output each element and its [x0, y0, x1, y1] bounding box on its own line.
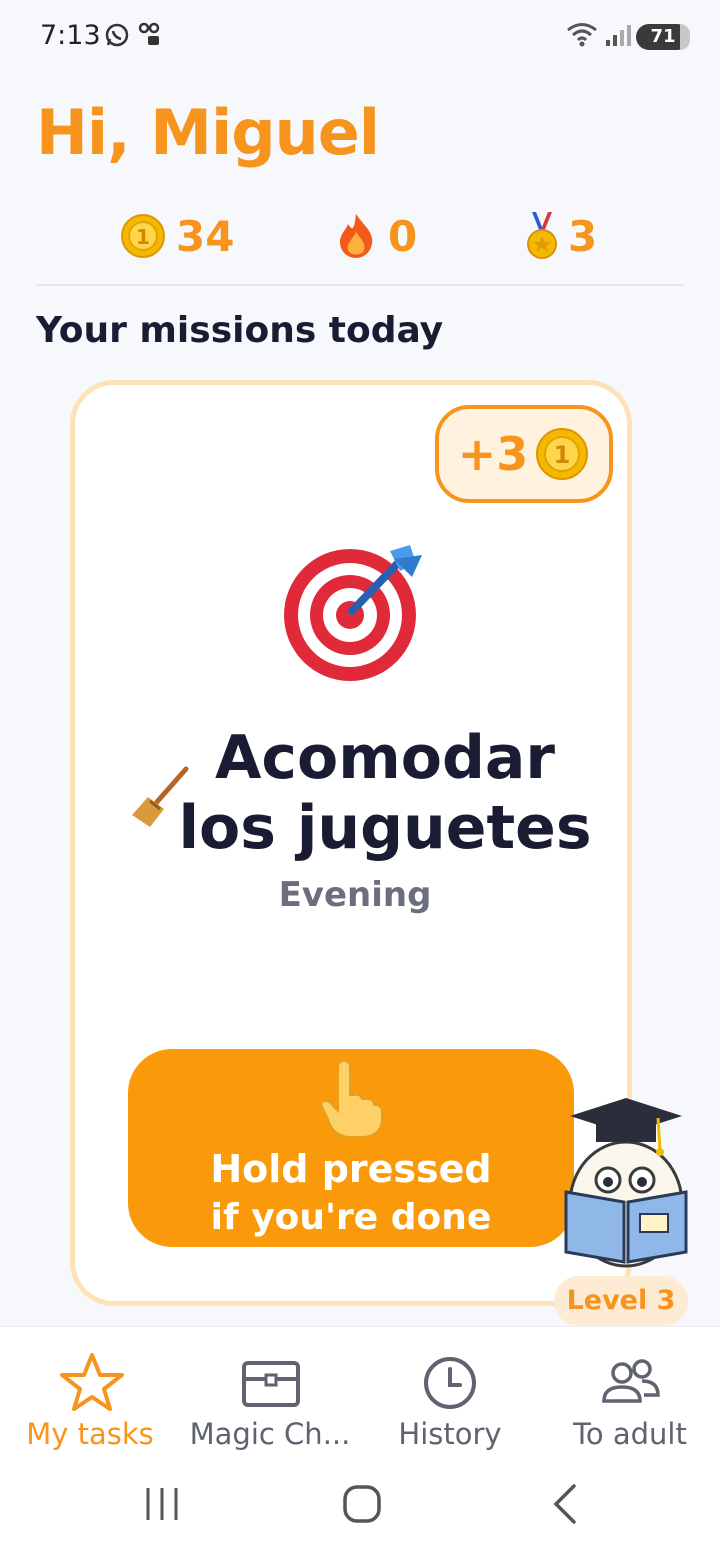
back-icon[interactable]	[544, 1482, 588, 1526]
coins-value: 34	[176, 211, 235, 261]
coin-icon: 1	[121, 214, 165, 258]
fire-icon	[340, 214, 373, 258]
coin-icon: 1	[536, 428, 589, 480]
mission-time-of-day: Evening	[278, 875, 432, 915]
target-icon	[284, 545, 422, 681]
svg-text:1: 1	[136, 225, 150, 249]
mission-card[interactable]: +3 1 Acomodar los juguetes Evening Hold …	[70, 380, 632, 1306]
coins-stat: 1 34	[120, 206, 234, 266]
users-icon	[602, 1359, 660, 1403]
nav-history[interactable]: History	[360, 1327, 540, 1457]
battery-indicator: 71	[636, 24, 690, 50]
nav-label: My tasks	[26, 1417, 154, 1451]
streak-value: 0	[388, 211, 418, 261]
nav-to-adult[interactable]: To adult	[540, 1327, 720, 1457]
reward-badge: +3 1	[435, 405, 613, 503]
nav-my-tasks[interactable]: My tasks	[0, 1327, 180, 1457]
lock-notification-icon	[138, 22, 160, 45]
signal-icon	[606, 25, 631, 46]
system-nav-bar	[0, 1460, 720, 1560]
medal-icon	[527, 212, 557, 259]
nav-label: History	[398, 1417, 502, 1451]
recent-apps-icon[interactable]	[140, 1482, 184, 1526]
clock-icon	[424, 1357, 476, 1409]
medals-value: 3	[568, 211, 598, 261]
status-time: 7:13	[40, 20, 101, 51]
nav-label: Magic Ch...	[189, 1417, 351, 1451]
whatsapp-icon	[105, 23, 129, 47]
chest-icon	[242, 1361, 300, 1407]
section-title: Your missions today	[36, 310, 444, 351]
wifi-icon	[567, 23, 597, 47]
status-bar: 7:13 71	[0, 0, 720, 72]
nav-label: To adult	[573, 1417, 687, 1451]
bottom-nav: My tasks Magic Ch... History To adult	[0, 1326, 720, 1476]
reward-value: +3	[457, 427, 529, 481]
mission-title: Acomodar los juguetes	[178, 723, 592, 863]
home-icon[interactable]	[340, 1482, 384, 1526]
streak-stat: 0	[334, 206, 417, 266]
hold-button-line2: if you're done	[210, 1197, 492, 1238]
hold-button-line1: Hold pressed	[210, 1147, 492, 1191]
svg-text:1: 1	[554, 441, 571, 469]
pointing-hand-icon	[320, 1059, 383, 1138]
medals-stat: 3	[526, 206, 597, 266]
divider	[36, 284, 684, 286]
star-icon	[60, 1353, 124, 1411]
greeting-title: Hi, Miguel	[36, 96, 380, 169]
stats-row: 1 34 0 3	[0, 206, 720, 266]
nav-magic-chest[interactable]: Magic Ch...	[180, 1327, 360, 1457]
graduate-mascot-icon[interactable]	[556, 1094, 696, 1274]
hold-to-complete-button[interactable]: Hold pressed if you're done	[128, 1049, 574, 1247]
level-badge[interactable]: Level 3	[554, 1276, 688, 1326]
